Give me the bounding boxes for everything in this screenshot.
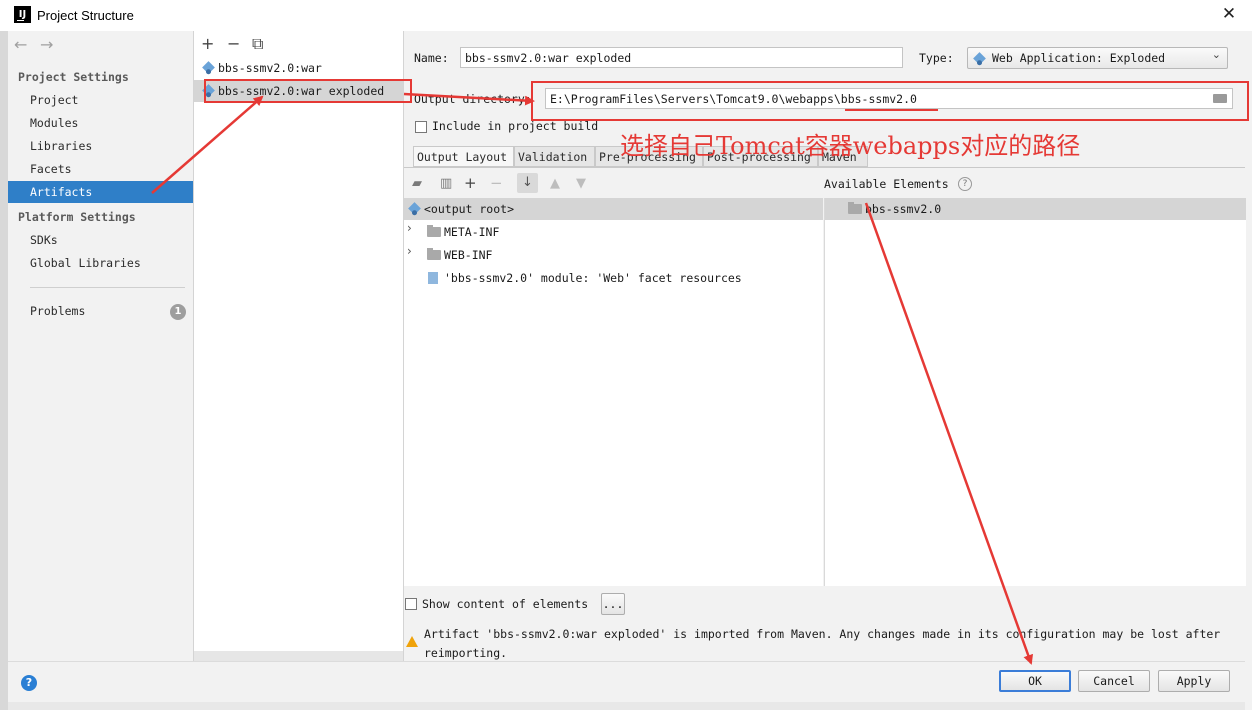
annotation-arrow-to-output-dir xyxy=(403,92,535,106)
annotation-arrow-to-artifact xyxy=(151,95,264,194)
annotation-arrows xyxy=(151,92,1034,665)
annotation-arrow-to-ok xyxy=(864,202,1034,665)
